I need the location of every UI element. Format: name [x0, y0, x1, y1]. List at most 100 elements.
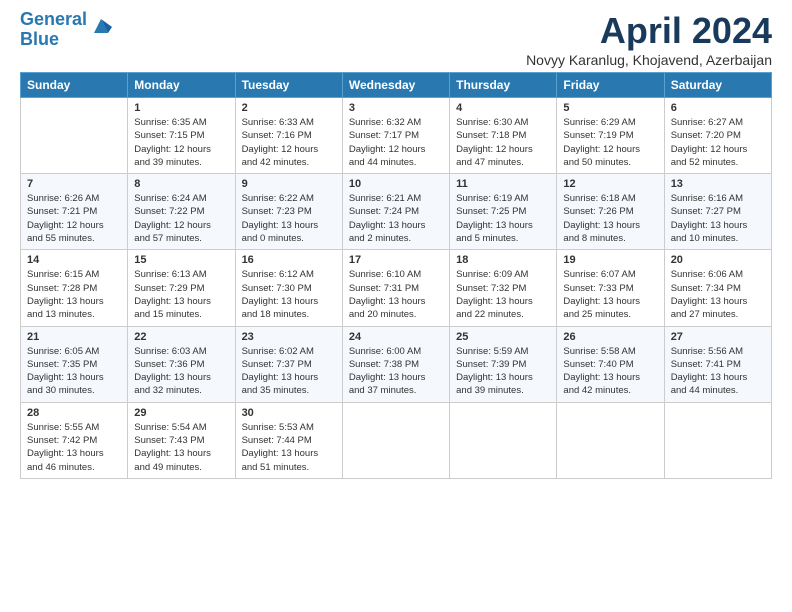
calendar-cell: 21Sunrise: 6:05 AM Sunset: 7:35 PM Dayli…	[21, 326, 128, 402]
calendar-cell: 23 Sunrise: 6:02 AM Sunset: 7:37 PM Dayli…	[235, 326, 342, 402]
calendar-cell: 3 Sunrise: 6:32 AM Sunset: 7:17 PM Daylig…	[342, 98, 449, 174]
calendar-week-1: 1 Sunrise: 6:35 AM Sunset: 7:15 PM Daylig…	[21, 98, 772, 174]
day-number: 2	[242, 102, 336, 114]
day-info: Sunrise: 6:07 AM Sunset: 7:33 PM Dayligh…	[563, 268, 657, 321]
logo-blue: Blue	[20, 29, 59, 49]
day-info: Sunrise: 6:12 AM Sunset: 7:30 PM Dayligh…	[242, 268, 336, 321]
calendar-cell	[342, 402, 449, 478]
day-number: 8	[134, 178, 228, 190]
day-info: Sunrise: 6:06 AM Sunset: 7:34 PM Dayligh…	[671, 268, 765, 321]
title-block: April 2024 Novyy Karanlug, Khojavend, Az…	[526, 10, 772, 68]
calendar-cell: 27 Sunrise: 5:56 AM Sunset: 7:41 PM Dayli…	[664, 326, 771, 402]
day-info: Sunrise: 5:53 AM Sunset: 7:44 PM Dayligh…	[242, 421, 336, 474]
day-info: Sunrise: 6:05 AM Sunset: 7:35 PM Dayligh…	[27, 345, 121, 398]
calendar-header-tuesday: Tuesday	[235, 73, 342, 98]
calendar-week-5: 28 Sunrise: 5:55 AM Sunset: 7:42 PM Dayli…	[21, 402, 772, 478]
day-info: Sunrise: 6:24 AM Sunset: 7:22 PM Dayligh…	[134, 192, 228, 245]
calendar-cell: 25Sunrise: 5:59 AM Sunset: 7:39 PM Dayli…	[450, 326, 557, 402]
day-info: Sunrise: 6:33 AM Sunset: 7:16 PM Dayligh…	[242, 116, 336, 169]
day-info: Sunrise: 6:02 AM Sunset: 7:37 PM Dayligh…	[242, 345, 336, 398]
calendar-cell: 7Sunrise: 6:26 AM Sunset: 7:21 PM Daylig…	[21, 174, 128, 250]
calendar-cell: 12Sunrise: 6:18 AM Sunset: 7:26 PM Dayli…	[557, 174, 664, 250]
day-number: 9	[242, 178, 336, 190]
day-number: 1	[134, 102, 228, 114]
day-info: Sunrise: 6:00 AM Sunset: 7:38 PM Dayligh…	[349, 345, 443, 398]
day-info: Sunrise: 6:22 AM Sunset: 7:23 PM Dayligh…	[242, 192, 336, 245]
calendar-week-4: 21Sunrise: 6:05 AM Sunset: 7:35 PM Dayli…	[21, 326, 772, 402]
calendar-cell: 16 Sunrise: 6:12 AM Sunset: 7:30 PM Dayli…	[235, 250, 342, 326]
day-info: Sunrise: 6:09 AM Sunset: 7:32 PM Dayligh…	[456, 268, 550, 321]
day-number: 28	[27, 407, 121, 419]
calendar-cell: 11 Sunrise: 6:19 AM Sunset: 7:25 PM Dayli…	[450, 174, 557, 250]
day-info: Sunrise: 6:32 AM Sunset: 7:17 PM Dayligh…	[349, 116, 443, 169]
day-info: Sunrise: 6:21 AM Sunset: 7:24 PM Dayligh…	[349, 192, 443, 245]
calendar-week-2: 7Sunrise: 6:26 AM Sunset: 7:21 PM Daylig…	[21, 174, 772, 250]
day-number: 17	[349, 254, 443, 266]
day-number: 27	[671, 331, 765, 343]
day-info: Sunrise: 5:55 AM Sunset: 7:42 PM Dayligh…	[27, 421, 121, 474]
page-container: General Blue April 2024 Novyy Karanlug, …	[0, 0, 792, 489]
day-number: 22	[134, 331, 228, 343]
calendar-header-monday: Monday	[128, 73, 235, 98]
day-number: 5	[563, 102, 657, 114]
day-number: 14	[27, 254, 121, 266]
day-number: 25	[456, 331, 550, 343]
calendar-cell: 8 Sunrise: 6:24 AM Sunset: 7:22 PM Daylig…	[128, 174, 235, 250]
calendar-cell: 1 Sunrise: 6:35 AM Sunset: 7:15 PM Daylig…	[128, 98, 235, 174]
day-info: Sunrise: 6:35 AM Sunset: 7:15 PM Dayligh…	[134, 116, 228, 169]
day-number: 3	[349, 102, 443, 114]
day-number: 26	[563, 331, 657, 343]
calendar-header-friday: Friday	[557, 73, 664, 98]
day-info: Sunrise: 5:58 AM Sunset: 7:40 PM Dayligh…	[563, 345, 657, 398]
day-number: 18	[456, 254, 550, 266]
day-number: 16	[242, 254, 336, 266]
day-number: 6	[671, 102, 765, 114]
calendar-header-thursday: Thursday	[450, 73, 557, 98]
calendar-cell: 22 Sunrise: 6:03 AM Sunset: 7:36 PM Dayli…	[128, 326, 235, 402]
day-info: Sunrise: 6:19 AM Sunset: 7:25 PM Dayligh…	[456, 192, 550, 245]
logo-general: General	[20, 9, 87, 29]
calendar-cell: 26 Sunrise: 5:58 AM Sunset: 7:40 PM Dayli…	[557, 326, 664, 402]
calendar-cell	[450, 402, 557, 478]
page-header: General Blue April 2024 Novyy Karanlug, …	[20, 10, 772, 68]
day-number: 24	[349, 331, 443, 343]
calendar-header-sunday: Sunday	[21, 73, 128, 98]
calendar-week-3: 14 Sunrise: 6:15 AM Sunset: 7:28 PM Dayli…	[21, 250, 772, 326]
calendar-cell	[21, 98, 128, 174]
calendar-table: SundayMondayTuesdayWednesdayThursdayFrid…	[20, 72, 772, 479]
calendar-cell: 5Sunrise: 6:29 AM Sunset: 7:19 PM Daylig…	[557, 98, 664, 174]
logo: General Blue	[20, 10, 112, 50]
calendar-cell: 2 Sunrise: 6:33 AM Sunset: 7:16 PM Daylig…	[235, 98, 342, 174]
calendar-cell	[557, 402, 664, 478]
calendar-cell: 28 Sunrise: 5:55 AM Sunset: 7:42 PM Dayli…	[21, 402, 128, 478]
calendar-cell: 18 Sunrise: 6:09 AM Sunset: 7:32 PM Dayli…	[450, 250, 557, 326]
day-number: 4	[456, 102, 550, 114]
day-info: Sunrise: 6:15 AM Sunset: 7:28 PM Dayligh…	[27, 268, 121, 321]
day-info: Sunrise: 6:03 AM Sunset: 7:36 PM Dayligh…	[134, 345, 228, 398]
day-info: Sunrise: 6:13 AM Sunset: 7:29 PM Dayligh…	[134, 268, 228, 321]
calendar-cell: 20Sunrise: 6:06 AM Sunset: 7:34 PM Dayli…	[664, 250, 771, 326]
day-info: Sunrise: 6:27 AM Sunset: 7:20 PM Dayligh…	[671, 116, 765, 169]
day-number: 19	[563, 254, 657, 266]
calendar-cell: 13Sunrise: 6:16 AM Sunset: 7:27 PM Dayli…	[664, 174, 771, 250]
day-number: 13	[671, 178, 765, 190]
calendar-cell: 30Sunrise: 5:53 AM Sunset: 7:44 PM Dayli…	[235, 402, 342, 478]
logo-icon	[90, 15, 112, 37]
calendar-cell: 17Sunrise: 6:10 AM Sunset: 7:31 PM Dayli…	[342, 250, 449, 326]
calendar-cell: 19 Sunrise: 6:07 AM Sunset: 7:33 PM Dayli…	[557, 250, 664, 326]
calendar-header-saturday: Saturday	[664, 73, 771, 98]
logo-block: General Blue	[20, 10, 112, 50]
calendar-cell	[664, 402, 771, 478]
calendar-header-wednesday: Wednesday	[342, 73, 449, 98]
calendar-cell: 15Sunrise: 6:13 AM Sunset: 7:29 PM Dayli…	[128, 250, 235, 326]
day-info: Sunrise: 5:56 AM Sunset: 7:41 PM Dayligh…	[671, 345, 765, 398]
day-number: 23	[242, 331, 336, 343]
day-number: 11	[456, 178, 550, 190]
day-info: Sunrise: 6:30 AM Sunset: 7:18 PM Dayligh…	[456, 116, 550, 169]
day-number: 7	[27, 178, 121, 190]
day-number: 10	[349, 178, 443, 190]
day-number: 12	[563, 178, 657, 190]
calendar-cell: 10 Sunrise: 6:21 AM Sunset: 7:24 PM Dayli…	[342, 174, 449, 250]
calendar-cell: 14 Sunrise: 6:15 AM Sunset: 7:28 PM Dayli…	[21, 250, 128, 326]
calendar-cell: 4 Sunrise: 6:30 AM Sunset: 7:18 PM Daylig…	[450, 98, 557, 174]
